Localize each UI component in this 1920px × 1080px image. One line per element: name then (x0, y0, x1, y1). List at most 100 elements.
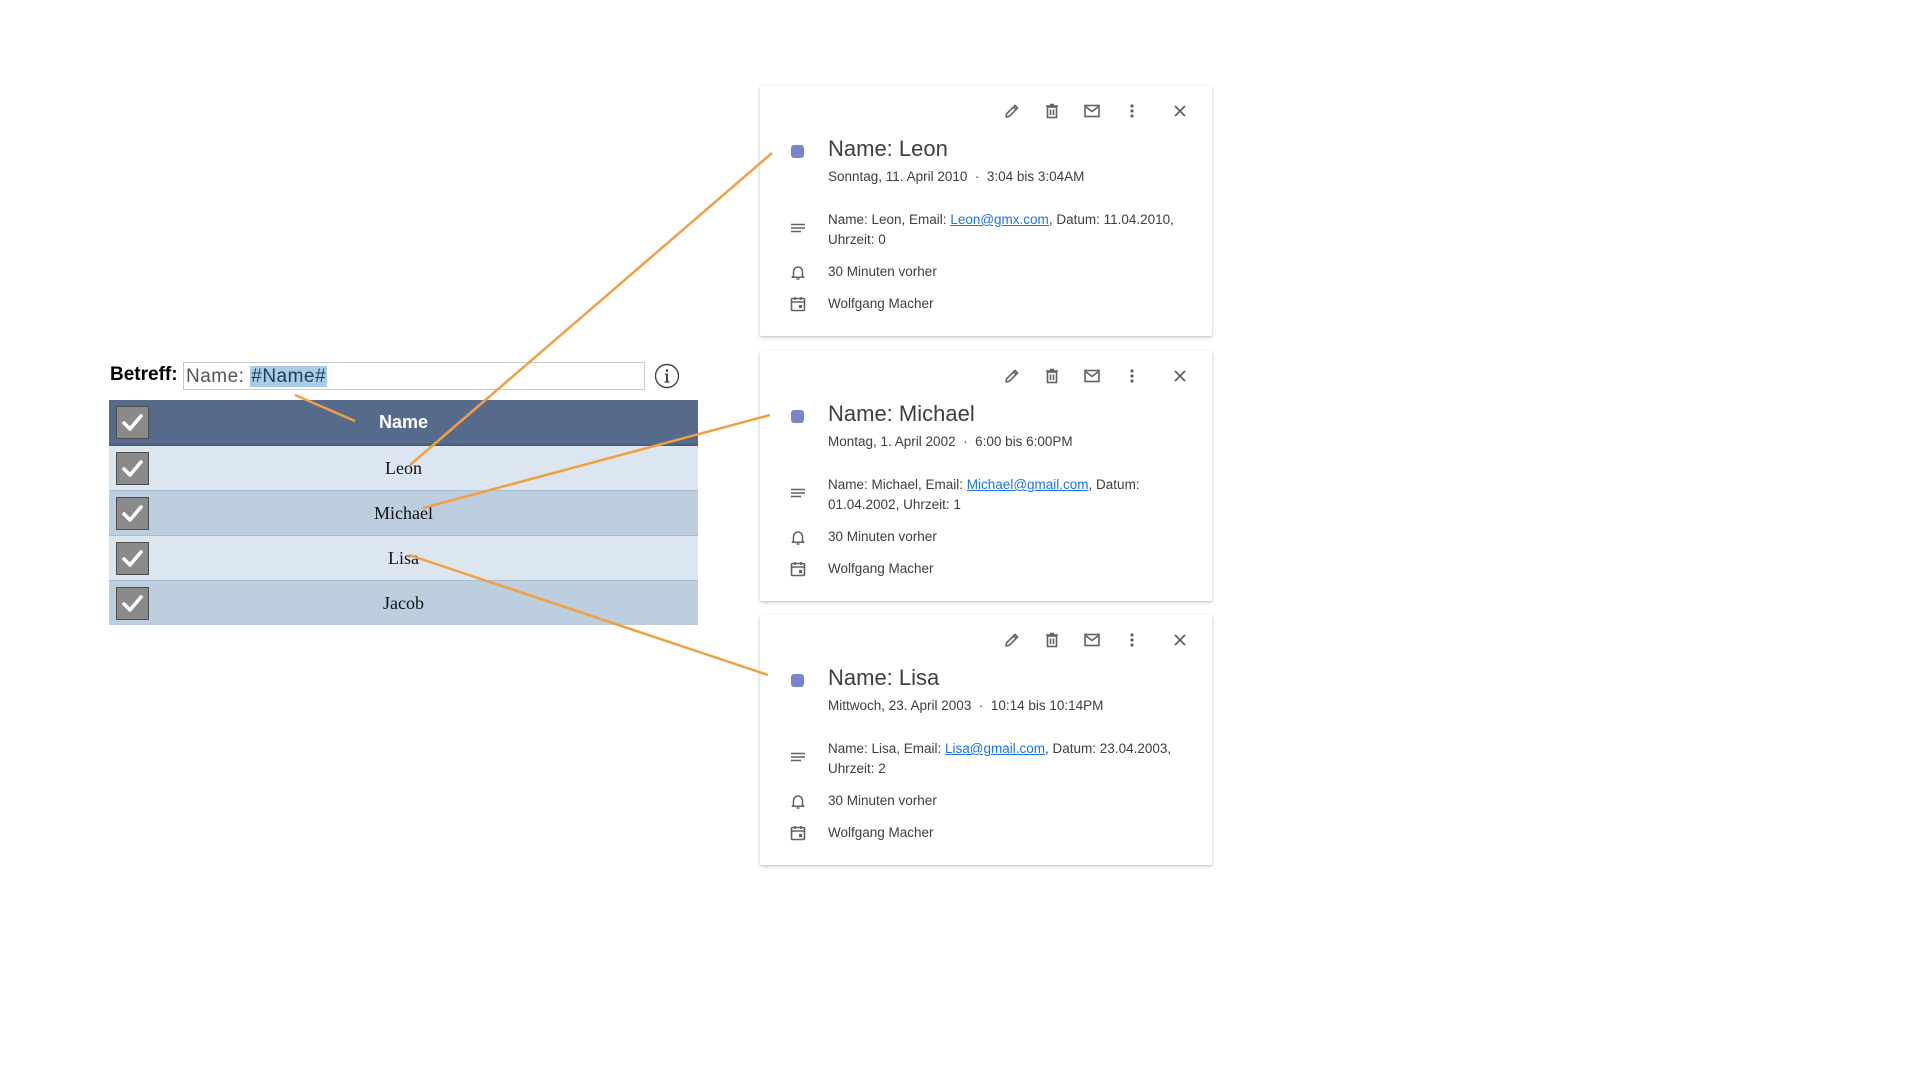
event-reminder: 30 Minuten vorher (828, 793, 937, 808)
event-reminder: 30 Minuten vorher (828, 529, 937, 544)
row-checkbox[interactable] (115, 451, 149, 485)
row-checkbox[interactable] (115, 541, 149, 575)
card-toolbar (992, 625, 1200, 655)
close-button[interactable] (1160, 96, 1200, 126)
notes-icon (791, 223, 805, 233)
delete-button[interactable] (1032, 625, 1072, 655)
subject-prefix: Name: (186, 366, 251, 387)
notes-icon (791, 752, 805, 762)
event-date: Montag, 1. April 2002 (828, 434, 956, 449)
more-vert-icon (1130, 104, 1134, 118)
event-datetime: Montag, 1. April 2002 · 6:00 bis 6:00PM (828, 434, 1073, 449)
event-color-dot (791, 410, 804, 423)
close-button[interactable] (1160, 625, 1200, 655)
envelope-icon (1084, 104, 1100, 118)
event-description: Name: Michael, Email: Michael@gmail.com,… (828, 475, 1198, 515)
trash-icon (1046, 632, 1058, 648)
row-checkbox[interactable] (115, 496, 149, 530)
pencil-icon (1005, 633, 1019, 647)
more-options-button[interactable] (1112, 361, 1152, 391)
row-select-cell (109, 491, 155, 536)
pencil-icon (1005, 104, 1019, 118)
trash-icon (1046, 368, 1058, 384)
info-circle-icon[interactable] (654, 363, 680, 389)
event-description-prefix: Name: Michael, Email: (828, 477, 967, 492)
event-card: Name: Lisa Mittwoch, 23. April 2003 · 10… (760, 615, 1212, 865)
checkmark-icon (121, 504, 143, 522)
delete-button[interactable] (1032, 96, 1072, 126)
event-calendar-owner: Wolfgang Macher (828, 296, 934, 311)
bell-icon (791, 795, 805, 809)
table-row: Jacob (109, 580, 698, 626)
envelope-icon (1084, 369, 1100, 383)
event-date: Sonntag, 11. April 2010 (828, 169, 968, 184)
delete-button[interactable] (1032, 361, 1072, 391)
event-email-link[interactable]: Leon@gmx.com (950, 212, 1049, 227)
bell-icon (791, 266, 805, 280)
edit-button[interactable] (992, 96, 1032, 126)
event-color-dot (791, 674, 804, 687)
row-select-cell (109, 536, 155, 581)
checkmark-icon (121, 459, 143, 477)
event-title: Name: Leon (828, 136, 948, 161)
event-email-link[interactable]: Michael@gmail.com (967, 477, 1089, 492)
event-card: Name: Leon Sonntag, 11. April 2010 · 3:0… (760, 86, 1212, 336)
event-description-prefix: Name: Lisa, Email: (828, 741, 946, 756)
event-description: Name: Leon, Email: Leon@gmx.com, Datum: … (828, 210, 1198, 250)
calendar-icon (790, 562, 806, 577)
event-time: 3:04 bis 3:04AM (986, 169, 1085, 184)
table-row: Michael (109, 490, 698, 536)
edit-button[interactable] (992, 361, 1032, 391)
subject-input[interactable]: Name: #Name# (183, 362, 645, 390)
select-all-cell (109, 400, 155, 446)
event-datetime: Mittwoch, 23. April 2003 · 10:14 bis 10:… (828, 698, 1104, 713)
checkmark-icon (121, 413, 143, 431)
calendar-icon (790, 826, 806, 841)
email-button[interactable] (1072, 625, 1112, 655)
row-name: Leon (385, 457, 422, 478)
more-vert-icon (1130, 369, 1134, 383)
select-all-checkbox[interactable] (115, 405, 149, 439)
envelope-icon (1084, 633, 1100, 647)
row-select-cell (109, 581, 155, 626)
row-name: Michael (374, 502, 433, 523)
more-vert-icon (1130, 633, 1134, 647)
name-table: Name Leon Michael Lisa Jacob (109, 400, 698, 625)
row-name: Lisa (388, 547, 419, 568)
event-calendar-owner: Wolfgang Macher (828, 825, 934, 840)
checkmark-icon (121, 594, 143, 612)
event-description: Name: Lisa, Email: Lisa@gmail.com, Datum… (828, 739, 1198, 779)
close-button[interactable] (1160, 361, 1200, 391)
row-select-cell (109, 445, 155, 491)
checkmark-icon (121, 549, 143, 567)
trash-icon (1046, 103, 1058, 119)
table-row: Lisa (109, 535, 698, 581)
subject-label: Betreff: (110, 364, 178, 385)
table-row: Leon (109, 445, 698, 491)
subject-row: Betreff: Name: #Name# (110, 362, 680, 392)
event-date: Mittwoch, 23. April 2003 (828, 698, 972, 713)
more-options-button[interactable] (1112, 96, 1152, 126)
row-checkbox[interactable] (115, 586, 149, 620)
calendar-icon (790, 297, 806, 312)
subject-placeholder-token: #Name# (250, 366, 328, 387)
event-datetime: Sonntag, 11. April 2010 · 3:04 bis 3:04A… (828, 169, 1085, 184)
table-header-row: Name (109, 400, 698, 446)
close-icon (1174, 370, 1186, 382)
event-title: Name: Lisa (828, 665, 940, 690)
email-button[interactable] (1072, 96, 1112, 126)
row-name: Jacob (383, 592, 424, 613)
close-icon (1174, 105, 1186, 117)
event-card: Name: Michael Montag, 1. April 2002 · 6:… (760, 351, 1212, 601)
pencil-icon (1005, 369, 1019, 383)
email-button[interactable] (1072, 361, 1112, 391)
more-options-button[interactable] (1112, 625, 1152, 655)
edit-button[interactable] (992, 625, 1032, 655)
card-toolbar (992, 361, 1200, 391)
event-time: 6:00 bis 6:00PM (975, 434, 1073, 449)
event-description-prefix: Name: Leon, Email: (828, 212, 951, 227)
event-email-link[interactable]: Lisa@gmail.com (945, 741, 1045, 756)
event-time: 10:14 bis 10:14PM (990, 698, 1104, 713)
event-color-dot (791, 145, 804, 158)
bell-icon (791, 531, 805, 545)
